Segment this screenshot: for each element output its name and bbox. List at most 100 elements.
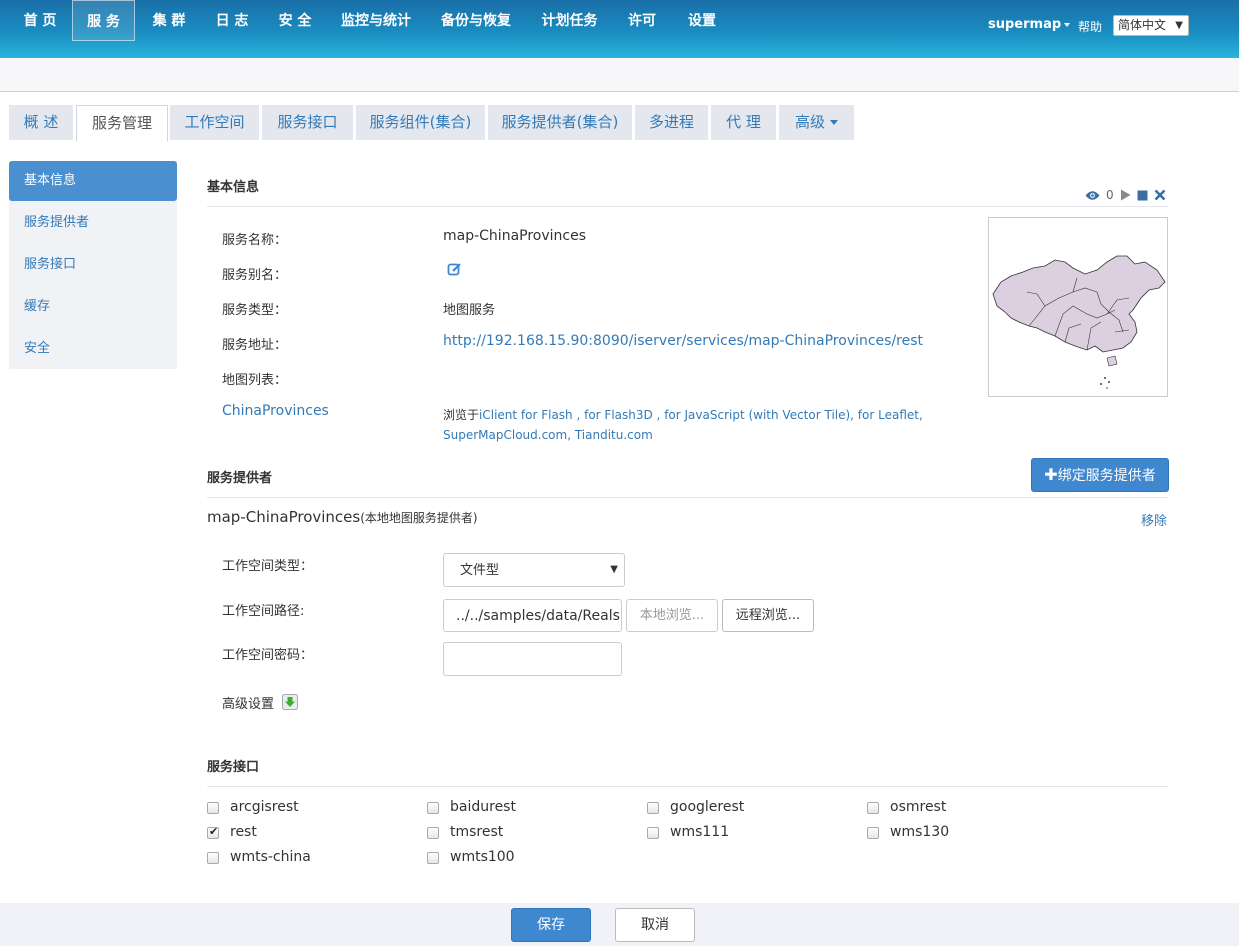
sidebar-item-interface[interactable]: 服务接口 (9, 245, 177, 285)
checkbox[interactable] (427, 852, 439, 864)
service-address-link[interactable]: http://192.168.15.90:8090/iserver/servic… (443, 333, 923, 349)
help-link[interactable]: 帮助 (1078, 18, 1102, 35)
sidebar: 基本信息 服务提供者 服务接口 缓存 安全 (9, 161, 177, 369)
interface-label: wmts100 (450, 849, 515, 865)
service-name-label: 服务名称： (222, 233, 288, 248)
browse-cloud-link[interactable]: SuperMapCloud.com, Tianditu.com (443, 428, 653, 442)
checkmark-icon: ✔ (209, 825, 219, 838)
nav-monitor[interactable]: 监控与统计 (341, 0, 411, 41)
nav-services[interactable]: 服 务 (72, 0, 135, 41)
tab-overview[interactable]: 概 述 (9, 105, 73, 140)
dropdown-arrow-icon: ▼ (610, 564, 618, 575)
save-button[interactable]: 保存 (511, 908, 591, 942)
checkbox[interactable] (427, 827, 439, 839)
stop-icon[interactable] (1137, 190, 1148, 201)
sub-header-bar (0, 58, 1239, 92)
workspace-path-label: 工作空间路径: (222, 604, 305, 619)
user-name: supermap (988, 17, 1062, 32)
plus-icon: ✚ (1044, 465, 1058, 484)
nav-backup[interactable]: 备份与恢复 (441, 0, 511, 41)
provider-kind: (本地地图服务提供者) (360, 511, 478, 525)
checkbox[interactable] (867, 802, 879, 814)
chevron-down-icon (830, 120, 838, 125)
checkbox[interactable] (207, 802, 219, 814)
interface-label: tmsrest (450, 824, 504, 840)
divider (207, 497, 1168, 498)
play-icon[interactable] (1120, 189, 1131, 201)
workspace-type-select[interactable]: 文件型 ▼ (443, 553, 625, 587)
workspace-type-label: 工作空间类型： (222, 559, 314, 574)
cancel-button[interactable]: 取消 (615, 908, 695, 942)
interface-label: wmts-china (230, 849, 311, 865)
map-name-link[interactable]: ChinaProvinces (222, 403, 329, 419)
workspace-password-label: 工作空间密码： (222, 648, 314, 663)
sidebar-item-security[interactable]: 安全 (9, 329, 177, 369)
expand-down-icon[interactable] (282, 694, 298, 710)
interface-label: googlerest (670, 799, 745, 815)
user-menu[interactable]: supermap (988, 17, 1071, 32)
service-type-value: 地图服务 (443, 303, 496, 318)
checkbox[interactable]: ✔ (207, 825, 219, 839)
tab-service-interface[interactable]: 服务接口 (262, 105, 353, 140)
workspace-path-input[interactable]: ../../samples/data/RealspaceSample/China… (443, 599, 622, 632)
interface-label: rest (230, 824, 257, 840)
nav-home[interactable]: 首 页 (22, 0, 58, 41)
basic-info-title: 基本信息 (207, 180, 260, 195)
tab-advanced[interactable]: 高级 (779, 105, 854, 140)
nav-schedule[interactable]: 计划任务 (541, 0, 598, 41)
tab-service-components[interactable]: 服务组件(集合) (356, 105, 485, 140)
language-value: 简体中文 (1118, 18, 1167, 32)
dropdown-arrow-icon: ▼ (1175, 20, 1183, 31)
interface-label: osmrest (890, 799, 947, 815)
nav-license[interactable]: 许可 (627, 0, 657, 41)
sidebar-item-provider[interactable]: 服务提供者 (9, 203, 177, 243)
map-list-label: 地图列表： (222, 373, 288, 388)
map-thumbnail[interactable] (988, 217, 1168, 397)
view-count: 0 (1106, 188, 1114, 202)
tab-workspace[interactable]: 工作空间 (170, 105, 259, 140)
nav-security[interactable]: 安 全 (277, 0, 313, 41)
workspace-password-input[interactable] (443, 642, 622, 676)
browse-links: 浏览于iClient for Flash , for Flash3D , for… (443, 405, 943, 445)
tab-proxy[interactable]: 代 理 (711, 105, 776, 140)
service-controls: 0 (1085, 186, 1166, 204)
tab-service-management[interactable]: 服务管理 (76, 105, 168, 142)
interface-label: wms130 (890, 824, 950, 840)
checkbox[interactable] (647, 827, 659, 839)
nav-cluster[interactable]: 集 群 (151, 0, 187, 41)
provider-title: 服务提供者 (207, 471, 273, 486)
top-navbar: 首 页 服 务 集 群 日 志 安 全 监控与统计 备份与恢复 计划任务 许可 … (0, 0, 1239, 58)
interface-label: wms111 (670, 824, 730, 840)
interface-label: baidurest (450, 799, 516, 815)
service-name-value: map-ChinaProvinces (443, 228, 587, 244)
checkbox[interactable] (867, 827, 879, 839)
divider (207, 786, 1168, 787)
checkbox[interactable] (207, 852, 219, 864)
workspace-type-value: 文件型 (460, 563, 500, 578)
nav-log[interactable]: 日 志 (214, 0, 250, 41)
eye-icon[interactable] (1085, 190, 1100, 201)
sidebar-item-cache[interactable]: 缓存 (9, 287, 177, 327)
remove-provider-link[interactable]: 移除 (1141, 510, 1167, 529)
browse-clients-link[interactable]: iClient for Flash , for Flash3D , for Ja… (479, 408, 923, 422)
nav-settings[interactable]: 设置 (687, 0, 717, 41)
language-select[interactable]: 简体中文 ▼ (1113, 15, 1189, 36)
service-type-label: 服务类型： (222, 303, 288, 318)
tab-service-providers[interactable]: 服务提供者(集合) (488, 105, 632, 140)
sidebar-item-basic-info[interactable]: 基本信息 (9, 161, 177, 201)
service-address-label: 服务地址： (222, 338, 288, 353)
edit-icon[interactable] (447, 262, 462, 277)
close-icon[interactable] (1154, 189, 1166, 201)
remote-browse-button[interactable]: 远程浏览... (722, 599, 814, 632)
bind-provider-button[interactable]: ✚绑定服务提供者 (1031, 458, 1169, 492)
interfaces-title: 服务接口 (207, 760, 260, 775)
advanced-settings-label: 高级设置 (222, 697, 275, 712)
provider-name: map-ChinaProvinces(本地地图服务提供者) (207, 508, 478, 526)
local-browse-button[interactable]: 本地浏览... (626, 599, 718, 632)
checkbox[interactable] (647, 802, 659, 814)
tab-advanced-label: 高级 (794, 113, 825, 131)
tab-multiprocess[interactable]: 多进程 (635, 105, 708, 140)
checkbox[interactable] (427, 802, 439, 814)
chevron-down-icon (1064, 22, 1071, 27)
bind-provider-label: 绑定服务提供者 (1057, 468, 1156, 484)
